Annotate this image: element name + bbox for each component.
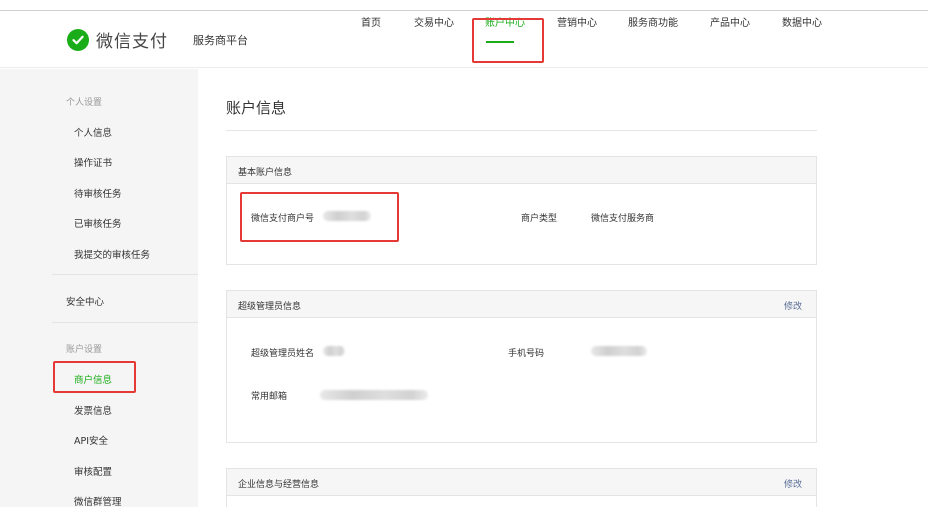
sidebar-item-invoice-info[interactable]: 发票信息 [74,403,112,417]
super-admin-panel: 超级管理员信息 修改 超级管理员姓名 手机号码 常用邮箱 [226,290,817,443]
sidebar-divider [52,274,198,275]
panel-header: 基本账户信息 [227,157,816,184]
sidebar-item-my-submitted[interactable]: 我提交的审核任务 [74,247,150,261]
sidebar-divider [52,322,198,323]
edit-admin-link[interactable]: 修改 [784,299,802,312]
nav-data-center[interactable]: 数据中心 [782,14,822,29]
top-header: 微信支付 服务商平台 首页 交易中心 账户中心 营销中心 服务商功能 产品中心 … [0,0,928,68]
panel-title: 企业信息与经营信息 [238,480,320,490]
panel-header: 企业信息与经营信息 修改 [227,469,816,496]
email-value-redacted [320,390,428,400]
page-title: 账户信息 [226,99,287,117]
sidebar-item-pending-review[interactable]: 待审核任务 [74,186,122,200]
sidebar-item-api-security[interactable]: API安全 [74,433,108,447]
highlight-box-sidebar [53,361,136,393]
header-top-divider [0,10,928,11]
nav-trade-center[interactable]: 交易中心 [414,14,454,29]
admin-name-label: 超级管理员姓名 [251,349,315,359]
sidebar-group-account: 账户设置 [66,345,103,355]
sidebar-item-personal-info[interactable]: 个人信息 [74,125,112,139]
title-divider [226,130,817,131]
sidebar-item-reviewed[interactable]: 已审核任务 [74,216,122,230]
panel-header: 超级管理员信息 修改 [227,291,816,318]
platform-name: 服务商平台 [193,34,248,47]
enterprise-info-panel: 企业信息与经营信息 修改 [226,468,817,507]
brand-name: 微信支付 [96,32,168,52]
panel-title: 超级管理员信息 [238,302,302,312]
merchant-type-value: 微信支付服务商 [591,214,655,224]
edit-enterprise-link[interactable]: 修改 [784,477,802,490]
nav-home[interactable]: 首页 [361,14,381,29]
sidebar-group-personal: 个人设置 [66,98,103,108]
brand-logo[interactable]: 微信支付 [67,27,168,52]
email-label: 常用邮箱 [251,392,288,402]
sidebar-item-wechat-group[interactable]: 微信群管理 [74,494,122,507]
panel-title: 基本账户信息 [238,168,293,178]
sidebar-item-review-config[interactable]: 审核配置 [74,464,112,478]
wechat-pay-logo-icon [67,28,89,51]
highlight-box-nav [472,18,544,63]
nav-provider-functions[interactable]: 服务商功能 [628,14,678,29]
sidebar: 个人设置 个人信息 操作证书 待审核任务 已审核任务 我提交的审核任务 安全中心… [0,69,198,507]
phone-label: 手机号码 [508,349,545,359]
sidebar-item-certificate[interactable]: 操作证书 [74,155,112,169]
merchant-type-label: 商户类型 [521,214,558,224]
highlight-box-merchant-id [240,192,399,242]
nav-product-center[interactable]: 产品中心 [710,14,750,29]
sidebar-item-security-center[interactable]: 安全中心 [66,294,104,308]
phone-value-redacted [591,346,647,356]
admin-name-value-redacted [323,346,345,356]
nav-marketing-center[interactable]: 营销中心 [557,14,597,29]
